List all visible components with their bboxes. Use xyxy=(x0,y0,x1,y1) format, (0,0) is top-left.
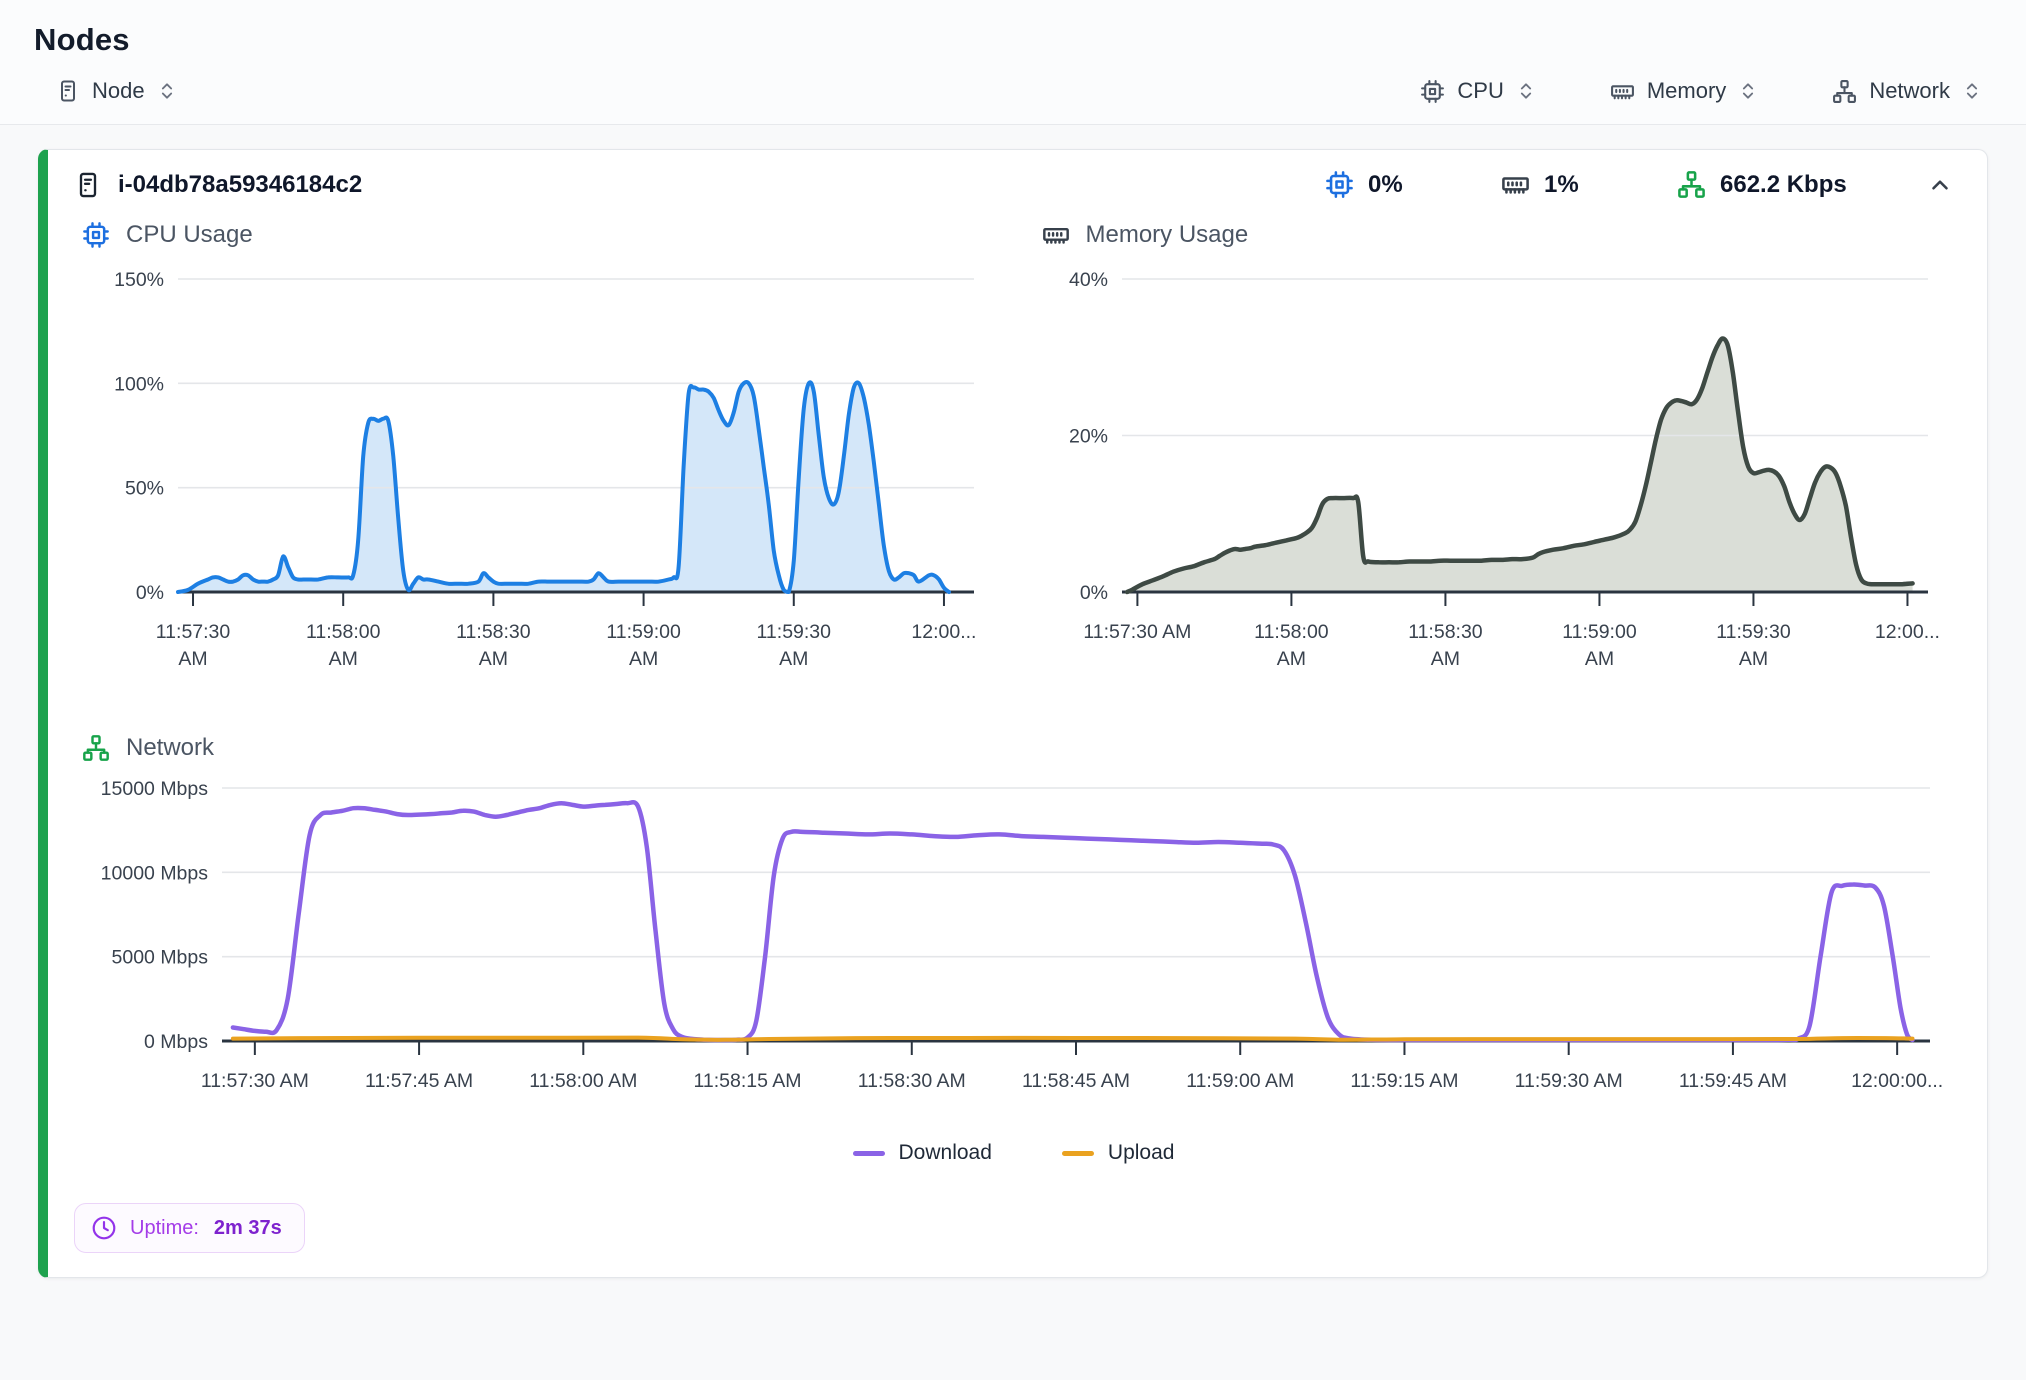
node-card: i-04db78a59346184c2 0% 1% xyxy=(38,149,1988,1278)
cpu-icon xyxy=(82,221,110,249)
memory-icon xyxy=(1610,79,1635,104)
charts-grid: CPU Usage 0% 50% 100% 150% 11:57:30AM 11:58:0… xyxy=(74,221,1953,704)
filter-network[interactable]: Network xyxy=(1832,78,1982,104)
node-card-header: i-04db78a59346184c2 0% 1% xyxy=(74,170,1953,199)
uptime-label: Uptime: xyxy=(130,1217,199,1240)
svg-text:10000 Mbps: 10000 Mbps xyxy=(101,862,209,884)
svg-text:15000 Mbps: 15000 Mbps xyxy=(101,778,209,800)
sort-icon xyxy=(1516,81,1536,101)
clock-icon xyxy=(91,1215,117,1241)
svg-text:0 Mbps: 0 Mbps xyxy=(144,1031,208,1053)
svg-text:11:58:30AM: 11:58:30AM xyxy=(1408,621,1483,670)
filter-bar: Node CPU Memory Net xyxy=(0,64,2026,125)
cpu-icon xyxy=(1420,79,1445,104)
svg-text:11:58:15 AM: 11:58:15 AM xyxy=(694,1070,802,1092)
legend-item-download: Download xyxy=(853,1141,992,1165)
svg-text:12:00:00...: 12:00:00... xyxy=(1851,1070,1943,1092)
network-chart: 0 Mbps 5000 Mbps 10000 Mbps 15000 Mbps 11:57… xyxy=(74,772,1953,1117)
svg-text:11:59:45 AM: 11:59:45 AM xyxy=(1679,1070,1787,1092)
filter-cpu-label: CPU xyxy=(1457,78,1503,104)
stat-network: 662.2 Kbps xyxy=(1677,170,1887,199)
filter-memory[interactable]: Memory xyxy=(1610,78,1758,104)
memory-usage-title: Memory Usage xyxy=(1042,221,1954,249)
svg-text:11:58:00 AM: 11:58:00 AM xyxy=(529,1070,637,1092)
svg-text:150%: 150% xyxy=(114,269,164,291)
svg-text:50%: 50% xyxy=(125,478,164,500)
svg-text:11:59:00AM: 11:59:00AM xyxy=(1562,621,1637,670)
svg-text:11:58:00AM: 11:58:00AM xyxy=(306,621,381,670)
svg-text:11:58:00AM: 11:58:00AM xyxy=(1254,621,1329,670)
stat-cpu: 0% xyxy=(1325,170,1475,199)
cpu-icon xyxy=(1325,170,1354,199)
svg-text:100%: 100% xyxy=(114,373,164,395)
node-stats: 0% 1% 662.2 Kbps xyxy=(1325,170,1953,199)
filter-node[interactable]: Node xyxy=(56,78,177,104)
svg-text:5000 Mbps: 5000 Mbps xyxy=(112,947,209,969)
upload-label: Upload xyxy=(1108,1141,1175,1165)
sort-icon xyxy=(1962,81,1982,101)
svg-text:0%: 0% xyxy=(1079,582,1107,604)
cpu-usage-section: CPU Usage 0% 50% 100% 150% 11:57:30AM 11:58:0… xyxy=(74,221,994,704)
filter-memory-label: Memory xyxy=(1647,78,1726,104)
node-id: i-04db78a59346184c2 xyxy=(118,171,362,199)
uptime-value: 2m 37s xyxy=(214,1217,282,1240)
upload-swatch xyxy=(1062,1151,1094,1156)
page-header: Nodes xyxy=(0,0,2026,64)
cpu-usage-chart: 0% 50% 100% 150% 11:57:30AM 11:58:00AM 11:58:3… xyxy=(74,259,994,704)
memory-usage-section: Memory Usage 0% 20% 40% 11:57:30 AM 11:58:00… xyxy=(1034,221,1954,704)
cpu-usage-label: CPU Usage xyxy=(126,221,253,249)
memory-value: 1% xyxy=(1544,171,1579,199)
svg-text:11:57:30AM: 11:57:30AM xyxy=(156,621,231,670)
svg-text:11:59:30AM: 11:59:30AM xyxy=(757,621,832,670)
svg-text:11:58:30AM: 11:58:30AM xyxy=(456,621,531,670)
svg-text:12:00...: 12:00... xyxy=(911,621,976,643)
download-swatch xyxy=(853,1151,885,1156)
network-section: Network 0 Mbps 5000 Mbps 10000 Mbps 15000 M… xyxy=(74,734,1953,1165)
svg-text:20%: 20% xyxy=(1068,426,1107,448)
network-icon xyxy=(82,734,110,762)
svg-text:11:57:45 AM: 11:57:45 AM xyxy=(365,1070,473,1092)
network-legend: Download Upload xyxy=(74,1141,1953,1165)
svg-text:40%: 40% xyxy=(1068,269,1107,291)
page-title: Nodes xyxy=(34,22,1990,58)
svg-text:11:57:30 AM: 11:57:30 AM xyxy=(201,1070,309,1092)
network-value: 662.2 Kbps xyxy=(1720,171,1847,199)
memory-icon xyxy=(1501,170,1530,199)
stat-memory: 1% xyxy=(1501,170,1651,199)
legend-item-upload: Upload xyxy=(1062,1141,1175,1165)
svg-text:11:59:30AM: 11:59:30AM xyxy=(1716,621,1791,670)
network-icon xyxy=(1677,170,1706,199)
memory-usage-label: Memory Usage xyxy=(1086,221,1249,249)
network-label: Network xyxy=(126,734,214,762)
svg-text:11:59:30 AM: 11:59:30 AM xyxy=(1515,1070,1623,1092)
svg-text:11:58:45 AM: 11:58:45 AM xyxy=(1022,1070,1130,1092)
svg-text:11:59:00 AM: 11:59:00 AM xyxy=(1186,1070,1294,1092)
svg-text:11:59:00AM: 11:59:00AM xyxy=(606,621,681,670)
uptime-badge: Uptime: 2m 37s xyxy=(74,1203,305,1253)
memory-usage-chart: 0% 20% 40% 11:57:30 AM 11:58:00AM 11:58:30AM 1… xyxy=(1034,259,1954,704)
network-title: Network xyxy=(82,734,1953,762)
main-content: i-04db78a59346184c2 0% 1% xyxy=(0,125,2026,1380)
cpu-usage-title: CPU Usage xyxy=(82,221,994,249)
server-icon xyxy=(56,79,80,103)
server-icon xyxy=(74,171,102,199)
svg-text:0%: 0% xyxy=(136,582,164,604)
filter-node-label: Node xyxy=(92,78,145,104)
download-label: Download xyxy=(899,1141,992,1165)
sort-icon xyxy=(157,81,177,101)
svg-text:12:00...: 12:00... xyxy=(1874,621,1939,643)
svg-text:11:57:30 AM: 11:57:30 AM xyxy=(1083,621,1191,643)
memory-icon xyxy=(1042,221,1070,249)
collapse-chevron-up-icon[interactable] xyxy=(1927,172,1953,198)
filter-network-label: Network xyxy=(1869,78,1950,104)
network-icon xyxy=(1832,79,1857,104)
filter-cpu[interactable]: CPU xyxy=(1420,78,1535,104)
cpu-value: 0% xyxy=(1368,171,1403,199)
sort-icon xyxy=(1738,81,1758,101)
filter-metrics: CPU Memory Network xyxy=(1420,78,1982,104)
svg-text:11:58:30 AM: 11:58:30 AM xyxy=(858,1070,966,1092)
svg-text:11:59:15 AM: 11:59:15 AM xyxy=(1350,1070,1458,1092)
